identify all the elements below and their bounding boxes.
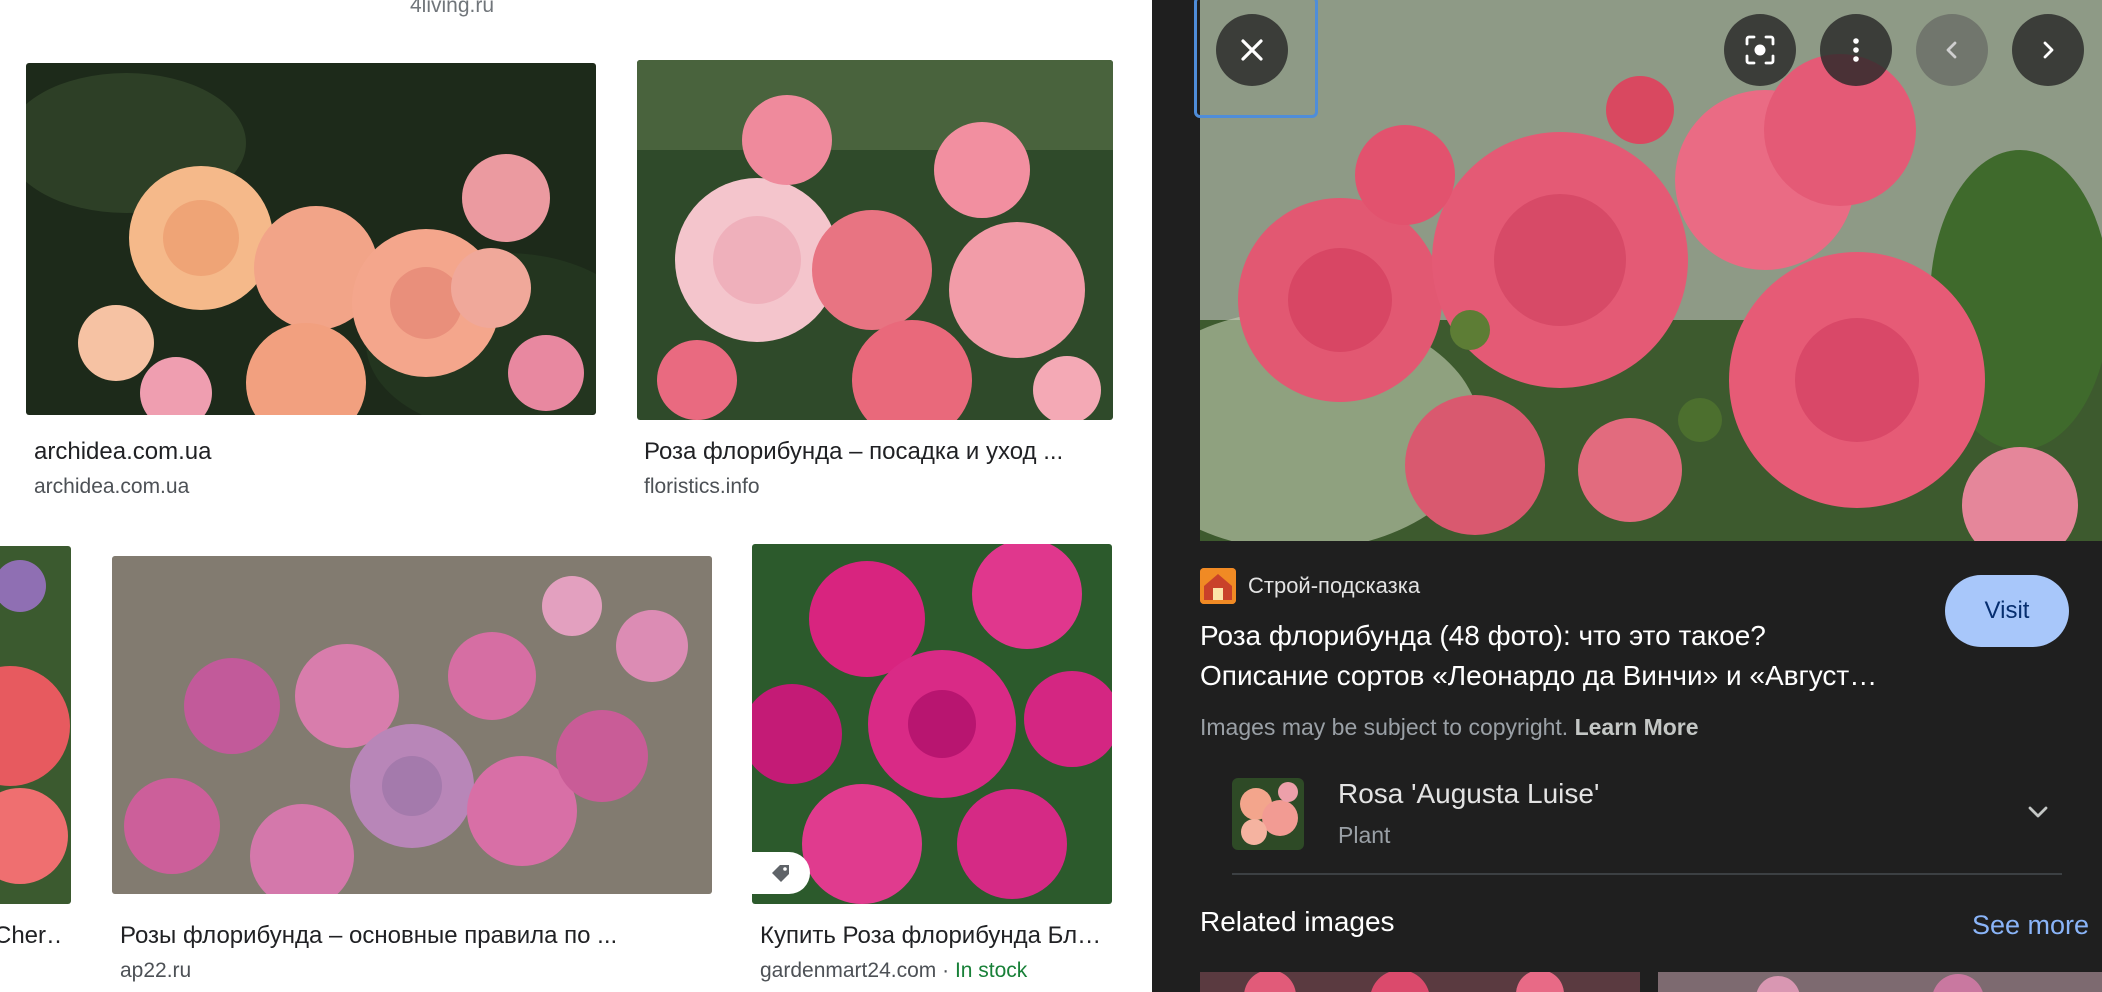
rose-photo	[1658, 972, 2102, 992]
more-options-button[interactable]	[1820, 14, 1892, 86]
rose-photo	[0, 546, 71, 904]
result-image-2[interactable]	[637, 60, 1113, 420]
copyright-notice: Images may be subject to copyright. Lear…	[1200, 714, 1699, 741]
related-image[interactable]	[1658, 972, 2102, 992]
expand-button[interactable]	[2024, 798, 2052, 831]
related-images-heading: Related images	[1200, 906, 1395, 937]
result-title[interactable]: Розы флорибунда – основные правила по ..…	[120, 922, 710, 950]
result-site: gardenmart24.com	[760, 959, 937, 982]
entity-thumbnail	[1232, 778, 1304, 850]
rose-photo	[1232, 778, 1304, 850]
separator: ·	[936, 959, 955, 982]
result-site[interactable]: 4living.ru	[410, 0, 494, 18]
chevron-down-icon	[2028, 806, 2048, 818]
page-title-line: Описание сортов «Леонардо да Винчи» и «А…	[1200, 660, 1878, 691]
site-favicon	[1200, 568, 1236, 604]
rose-photo	[1200, 972, 1640, 992]
shopping-tag-badge	[752, 852, 810, 894]
result-title[interactable]: Cher…	[0, 922, 64, 950]
tag-icon	[772, 865, 789, 882]
see-more-link[interactable]: See more	[1972, 910, 2089, 941]
result-image-3[interactable]	[0, 546, 71, 904]
previous-image-button[interactable]	[1916, 14, 1988, 86]
page-title-line: Роза флорибунда (48 фото): что это такое…	[1200, 620, 1766, 651]
lens-icon	[1745, 35, 1775, 65]
result-site[interactable]: archidea.com.ua	[34, 475, 189, 499]
chevron-right-icon	[2043, 41, 2054, 59]
result-image-4[interactable]	[112, 556, 712, 894]
result-image-5[interactable]	[752, 544, 1112, 904]
more-vert-icon	[1853, 38, 1859, 62]
close-icon	[1241, 39, 1263, 61]
result-site[interactable]: ap22.ru	[120, 959, 191, 983]
rose-photo	[637, 60, 1113, 420]
result-title[interactable]: Роза флорибунда – посадка и уход ...	[644, 438, 1124, 466]
next-image-button[interactable]	[2012, 14, 2084, 86]
knowledge-entity-row[interactable]: Rosa 'Augusta Luise' Plant	[1232, 770, 2062, 875]
visit-button[interactable]: Visit	[1945, 575, 2069, 647]
result-site-row[interactable]: gardenmart24.com · In stock	[760, 959, 1027, 983]
related-image[interactable]	[1200, 972, 1640, 992]
result-site[interactable]: floristics.info	[644, 475, 760, 499]
rose-photo	[752, 544, 1112, 904]
house-icon	[1200, 568, 1236, 604]
result-title[interactable]: archidea.com.ua	[34, 438, 594, 466]
result-image-1[interactable]	[26, 63, 596, 415]
learn-more-link[interactable]: Learn More	[1575, 714, 1699, 740]
entity-name: Rosa 'Augusta Luise'	[1338, 778, 1600, 809]
close-button[interactable]	[1216, 14, 1288, 86]
copyright-text: Images may be subject to copyright.	[1200, 714, 1569, 740]
entity-type: Plant	[1338, 822, 1391, 848]
in-stock-label: In stock	[954, 959, 1028, 982]
chevron-left-icon	[1946, 41, 1957, 59]
google-lens-button[interactable]	[1724, 14, 1796, 86]
image-results-grid: 4living.ru archidea.com.ua archidea.com.…	[0, 0, 1152, 992]
image-preview-panel: Строй-подсказка Роза флорибунда (48 фото…	[1152, 0, 2102, 992]
source-name: Строй-подсказка	[1248, 573, 1421, 598]
rose-photo	[112, 556, 712, 894]
source-row[interactable]: Строй-подсказка	[1200, 568, 1420, 604]
page-title-link[interactable]: Роза флорибунда (48 фото): что это такое…	[1200, 616, 1930, 696]
rose-photo	[26, 63, 596, 415]
result-title[interactable]: Купить Роза флорибунда Бл…	[760, 922, 1110, 950]
